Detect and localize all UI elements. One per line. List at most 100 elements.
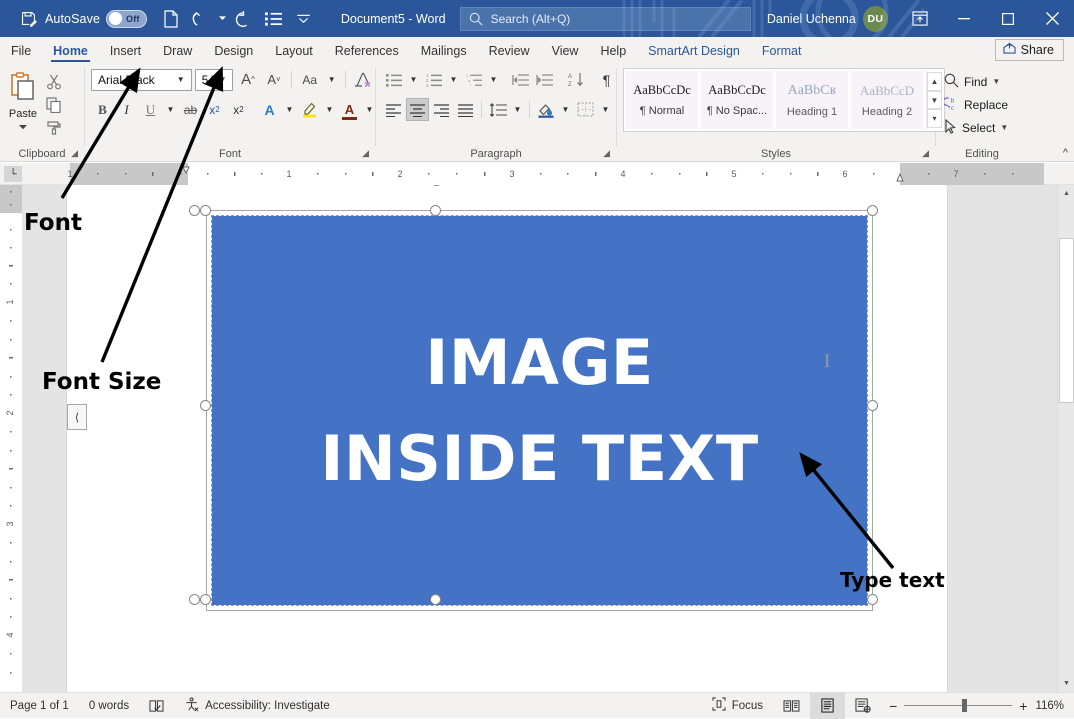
style-item-heading-2[interactable]: AaBbCcD Heading 2 — [851, 71, 923, 129]
smartart-object[interactable]: IMAGE INSIDE TEXT — [212, 216, 867, 605]
borders-icon[interactable] — [574, 98, 597, 121]
undo-dropdown-icon[interactable] — [217, 4, 228, 34]
focus-mode-button[interactable]: Focus — [702, 693, 773, 719]
tab-view[interactable]: View — [541, 41, 590, 63]
customize-quick-access-icon[interactable] — [290, 4, 318, 34]
font-size-combo[interactable]: 54 ▼ — [195, 69, 234, 91]
multilevel-dropdown-icon[interactable]: ▼ — [486, 68, 501, 91]
underline-button[interactable]: U — [139, 98, 162, 121]
zoom-out-button[interactable]: − — [889, 698, 897, 714]
increase-indent-icon[interactable] — [533, 68, 556, 91]
style-item-no-spacing[interactable]: AaBbCcDc ¶ No Spac... — [701, 71, 773, 129]
document-area[interactable]: IMAGE INSIDE TEXT ⟨ I — [22, 185, 1074, 692]
resize-handle-middle-right[interactable] — [867, 400, 878, 411]
vertical-ruler[interactable]: 1 2 3 4 — [0, 185, 22, 692]
font-dialog-launcher-icon[interactable]: ◢ — [362, 148, 369, 159]
share-button[interactable]: Share — [995, 39, 1064, 61]
zoom-thumb[interactable] — [962, 699, 967, 712]
format-painter-icon[interactable] — [46, 120, 62, 139]
document-page[interactable]: IMAGE INSIDE TEXT ⟨ I — [67, 185, 947, 692]
tab-home[interactable]: Home — [42, 41, 99, 63]
tab-draw[interactable]: Draw — [152, 41, 203, 63]
copy-icon[interactable] — [46, 97, 62, 116]
resize-handle-top-right[interactable] — [867, 205, 878, 216]
minimize-icon[interactable] — [942, 0, 986, 37]
underline-dropdown-icon[interactable]: ▼ — [163, 98, 178, 121]
maximize-icon[interactable] — [986, 0, 1030, 37]
zoom-track[interactable] — [904, 705, 1012, 706]
word-count[interactable]: 0 words — [79, 693, 139, 719]
align-left-icon[interactable] — [382, 98, 405, 121]
text-highlight-button[interactable] — [298, 98, 321, 121]
find-dropdown-icon[interactable]: ▼ — [992, 77, 1000, 86]
tab-design[interactable]: Design — [203, 41, 264, 63]
resize-handle-bottom-center[interactable] — [430, 594, 441, 605]
avatar[interactable]: DU — [863, 6, 888, 32]
tab-format[interactable]: Format — [751, 41, 813, 63]
text-effects-button[interactable]: A — [258, 98, 281, 121]
italic-button[interactable]: I — [115, 98, 138, 121]
chevron-down-icon[interactable]: ▼ — [174, 75, 188, 84]
styles-dialog-launcher-icon[interactable]: ◢ — [922, 148, 929, 159]
vertical-scrollbar[interactable]: ▲ ▼ — [1057, 185, 1074, 692]
print-layout-button[interactable] — [810, 693, 845, 719]
find-button[interactable]: Find ▼ — [936, 70, 1028, 93]
smartart-text-pane-toggle[interactable]: ⟨ — [67, 404, 87, 430]
ribbon-display-options-icon[interactable] — [898, 0, 942, 37]
font-name-combo[interactable]: Arial Black ▼ — [91, 69, 192, 91]
save-icon[interactable] — [14, 4, 42, 34]
font-color-dropdown-icon[interactable]: ▼ — [362, 98, 377, 121]
close-icon[interactable] — [1030, 0, 1074, 37]
cut-icon[interactable] — [46, 74, 62, 93]
text-effects-dropdown-icon[interactable]: ▼ — [282, 98, 297, 121]
select-dropdown-icon[interactable]: ▼ — [1000, 123, 1008, 132]
style-item-heading-1[interactable]: AaBbCʁ Heading 1 — [776, 71, 848, 129]
bulleted-list-icon[interactable] — [260, 4, 288, 34]
frame-handle-bottom-left-outer[interactable] — [189, 594, 200, 605]
highlight-dropdown-icon[interactable]: ▼ — [322, 98, 337, 121]
autosave-toggle[interactable]: Off — [106, 10, 147, 28]
change-case-button[interactable]: Aa — [298, 68, 321, 91]
numbering-icon[interactable]: 1 2 3 — [422, 68, 445, 91]
tab-mailings[interactable]: Mailings — [410, 41, 478, 63]
scroll-up-icon[interactable]: ▲ — [1058, 185, 1074, 202]
read-mode-button[interactable] — [773, 693, 810, 719]
change-case-dropdown-icon[interactable]: ▼ — [324, 68, 339, 91]
bullets-icon[interactable] — [382, 68, 405, 91]
show-formatting-marks-icon[interactable]: ¶ — [595, 68, 618, 91]
strikethrough-button[interactable]: ab — [179, 98, 202, 121]
shrink-font-button[interactable]: A˅ — [262, 68, 285, 91]
align-center-icon[interactable] — [406, 98, 429, 121]
user-name[interactable]: Daniel Uchenna — [767, 12, 856, 26]
resize-handle-top-center[interactable] — [430, 205, 441, 216]
resize-handle-middle-left[interactable] — [200, 400, 211, 411]
line-spacing-dropdown-icon[interactable]: ▼ — [510, 98, 525, 121]
tab-insert[interactable]: Insert — [99, 41, 152, 63]
tab-help[interactable]: Help — [589, 41, 637, 63]
align-right-icon[interactable] — [430, 98, 453, 121]
grow-font-button[interactable]: A^ — [236, 68, 259, 91]
collapse-ribbon-icon[interactable]: ^ — [1063, 147, 1068, 159]
tab-layout[interactable]: Layout — [264, 41, 324, 63]
tab-review[interactable]: Review — [478, 41, 541, 63]
zoom-slider[interactable]: − + — [881, 698, 1035, 714]
select-button[interactable]: Select ▼ — [936, 116, 1028, 139]
tab-file[interactable]: File — [0, 41, 42, 63]
frame-handle-top-left-outer[interactable] — [189, 205, 200, 216]
subscript-button[interactable]: x2 — [203, 98, 226, 121]
replace-button[interactable]: b c Replace — [936, 93, 1028, 116]
search-input[interactable]: Search (Alt+Q) — [460, 7, 751, 31]
horizontal-ruler[interactable]: └ 112 345 67 — [0, 163, 1074, 185]
shading-icon[interactable] — [534, 98, 557, 121]
font-color-button[interactable]: A — [338, 98, 361, 121]
superscript-button[interactable]: x2 — [227, 98, 250, 121]
tab-references[interactable]: References — [324, 41, 410, 63]
borders-dropdown-icon[interactable]: ▼ — [598, 98, 613, 121]
zoom-level[interactable]: 116% — [1035, 700, 1074, 712]
paragraph-dialog-launcher-icon[interactable]: ◢ — [603, 148, 610, 159]
redo-icon[interactable] — [230, 4, 258, 34]
bullets-dropdown-icon[interactable]: ▼ — [406, 68, 421, 91]
paste-dropdown-icon[interactable] — [19, 121, 27, 133]
sort-icon[interactable]: A Z — [564, 68, 587, 91]
justify-icon[interactable] — [454, 98, 477, 121]
